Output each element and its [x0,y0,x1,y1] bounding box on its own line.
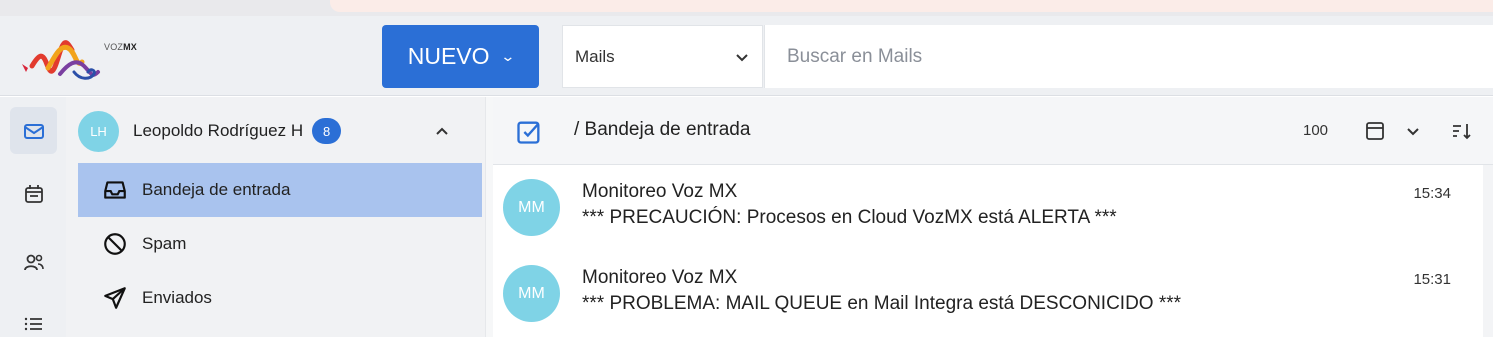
inbox-icon [104,181,126,199]
mail-row[interactable]: MM Monitoreo Voz MX *** PROBLEMA: MAIL Q… [493,251,1483,337]
scrollbar-track[interactable] [1483,165,1493,337]
new-button-label: NUEVO [407,43,490,69]
avatar: MM [503,179,560,236]
mail-icon [23,123,44,139]
notification-bar [330,0,1493,12]
sort-icon[interactable] [1450,119,1474,143]
select-all-checkbox-icon[interactable] [515,118,543,146]
chevron-up-icon[interactable] [434,123,450,139]
module-select[interactable]: Mails [562,25,763,88]
rail-list[interactable] [10,300,57,337]
spam-icon [104,233,126,255]
chevron-down-icon [736,53,748,61]
mail-sender: Monitoreo Voz MX [582,181,738,202]
new-button[interactable]: NUEVO ⌄ [382,25,539,88]
contacts-icon [23,254,44,270]
mail-row[interactable]: MM Monitoreo Voz MX *** PRECAUCIÓN: Proc… [493,165,1483,251]
mail-sender: Monitoreo Voz MX [582,267,738,288]
calendar-icon [24,184,43,203]
mail-subject: *** PROBLEMA: MAIL QUEUE en Mail Integra… [582,293,1182,314]
app-header: VOZMX NUEVO ⌄ Mails [0,16,1493,96]
mail-time: 15:34 [1413,185,1451,202]
folder-sent[interactable]: Enviados [78,271,482,325]
mail-time: 15:31 [1413,271,1451,288]
logo-wave-icon [22,40,100,80]
folder-panel: LH Leopoldo Rodríguez H 8 Bandeja de ent… [66,97,485,337]
sent-icon [104,287,126,309]
avatar: LH [78,110,119,152]
folder-inbox[interactable]: Bandeja de entrada [78,163,482,217]
rail-contacts[interactable] [10,238,57,285]
rail-mail[interactable] [10,107,57,154]
breadcrumb: / Bandeja de entrada [574,119,751,140]
rail-calendar[interactable] [10,170,57,217]
chevron-down-icon: ⌄ [499,48,516,64]
folder-label: Enviados [142,288,212,307]
folder-label: Bandeja de entrada [142,180,291,199]
app-rail [0,97,66,337]
search-box [764,25,1493,88]
page-size-selector[interactable]: 100 [1303,122,1328,139]
avatar: MM [503,265,560,322]
account-name: Leopoldo Rodríguez H [133,121,304,140]
unread-badge: 8 [312,118,342,144]
view-layout-icon[interactable] [1363,119,1387,143]
list-icon [24,317,42,330]
chevron-down-icon[interactable] [1401,119,1425,143]
mail-subject: *** PRECAUCIÓN: Procesos en Cloud VozMX … [582,207,1117,228]
account-header[interactable]: LH Leopoldo Rodríguez H 8 [78,107,478,155]
vozmx-logo[interactable]: VOZMX [18,28,158,88]
logo-wordmark: VOZMX [104,42,138,52]
folder-label: Spam [142,234,187,253]
module-select-value: Mails [575,46,615,66]
browser-top-strip [0,0,1493,16]
list-toolbar: / Bandeja de entrada 100 [493,97,1493,165]
search-input[interactable] [787,45,1493,68]
panel-resizer[interactable] [485,97,493,337]
folder-spam[interactable]: Spam [78,217,482,271]
mail-list-panel: / Bandeja de entrada 100 MM Monitoreo Vo… [493,97,1493,337]
